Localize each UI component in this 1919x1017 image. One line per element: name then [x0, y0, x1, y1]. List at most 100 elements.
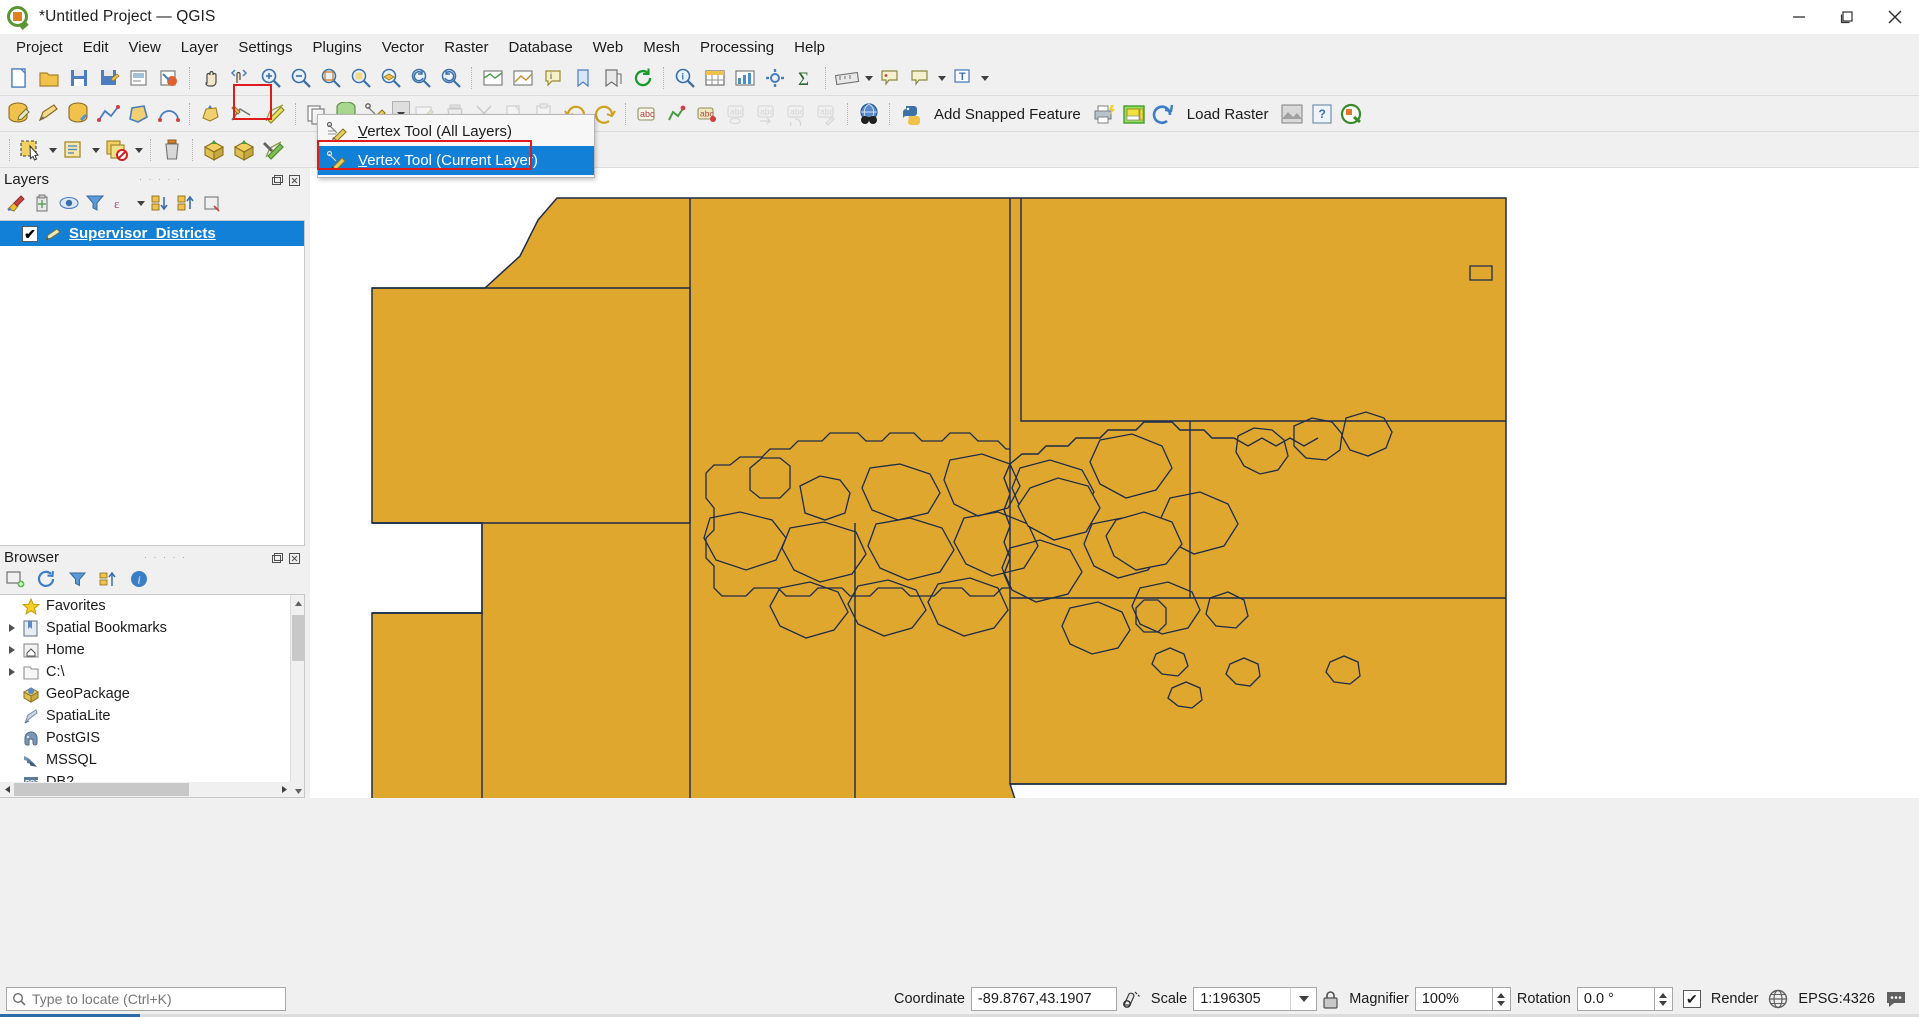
- add-polyline-feature-icon[interactable]: [94, 99, 124, 129]
- locate-search-box[interactable]: Type to locate (Ctrl+K): [6, 987, 286, 1011]
- scroll-down-arrow-icon[interactable]: [291, 783, 304, 797]
- menu-item-vertex-tool-current-layer[interactable]: Vertex Tool (Current Layer): [318, 146, 594, 175]
- browser-item-mssql[interactable]: MSSQL: [0, 749, 304, 771]
- label-show-hide-icon[interactable]: abc: [722, 99, 752, 129]
- close-button[interactable]: [1871, 0, 1919, 34]
- browser-item-postgis[interactable]: PostGIS: [0, 727, 304, 749]
- save-project-icon[interactable]: [64, 63, 94, 93]
- zoom-to-layer-icon[interactable]: [376, 63, 406, 93]
- messages-icon[interactable]: [1881, 989, 1911, 1009]
- new-project-icon[interactable]: [4, 63, 34, 93]
- deselect-features-icon[interactable]: [102, 135, 132, 165]
- magnifier-stepper[interactable]: [1492, 987, 1511, 1011]
- new-3d-map-view-icon[interactable]: [508, 63, 538, 93]
- menu-raster[interactable]: Raster: [434, 36, 498, 59]
- add-raster-layer-icon[interactable]: [229, 135, 259, 165]
- panel-drag-handle[interactable]: · · · · ·: [49, 174, 272, 184]
- zoom-in-icon[interactable]: [256, 63, 286, 93]
- browser-item-home[interactable]: Home: [0, 639, 304, 661]
- lock-icon[interactable]: [1317, 990, 1343, 1009]
- open-project-icon[interactable]: [34, 63, 64, 93]
- browser-scroll-thumb[interactable]: [292, 615, 304, 661]
- browser-properties-icon[interactable]: i: [130, 570, 149, 593]
- deselect-dropdown-arrow-icon[interactable]: [132, 135, 145, 165]
- vertex-tool-button[interactable]: [260, 99, 290, 129]
- map-canvas[interactable]: [310, 168, 1919, 798]
- annotation-dropdown-arrow-icon[interactable]: [978, 63, 991, 93]
- menu-database[interactable]: Database: [498, 36, 582, 59]
- menu-edit[interactable]: Edit: [73, 36, 119, 59]
- coordinate-capture-icon[interactable]: [1117, 989, 1145, 1009]
- add-circular-string-icon[interactable]: [154, 99, 184, 129]
- menu-web[interactable]: Web: [583, 36, 634, 59]
- load-raster-plugin-icon[interactable]: [1119, 99, 1149, 129]
- maptips-dropdown-arrow-icon[interactable]: [935, 63, 948, 93]
- browser-item-spatial-bookmarks[interactable]: Spatial Bookmarks: [0, 617, 304, 639]
- menu-help[interactable]: Help: [784, 36, 835, 59]
- show-map-tips-icon[interactable]: i: [538, 63, 568, 93]
- menu-item-vertex-tool-all-layers[interactable]: Vertex Tool (All Layers): [318, 117, 594, 146]
- browser-item-geopackage[interactable]: GeoPackage: [0, 683, 304, 705]
- menu-vector[interactable]: Vector: [372, 36, 435, 59]
- menu-mesh[interactable]: Mesh: [633, 36, 690, 59]
- browser-item-spatialite[interactable]: SpatiaLite: [0, 705, 304, 727]
- scroll-left-arrow-icon[interactable]: [0, 782, 14, 797]
- manage-map-themes-icon[interactable]: [56, 191, 82, 215]
- filter-legend-icon[interactable]: [82, 191, 108, 215]
- layers-tree[interactable]: ✔ Supervisor_Districts: [0, 220, 305, 546]
- expand-arrow-icon[interactable]: [4, 668, 20, 676]
- refresh-browser-icon[interactable]: [37, 570, 56, 593]
- metasearch-icon[interactable]: [854, 99, 884, 129]
- diagram-icon[interactable]: [662, 99, 692, 129]
- collapse-browser-icon[interactable]: [99, 570, 118, 593]
- expand-arrow-icon[interactable]: [4, 624, 20, 632]
- save-project-as-icon[interactable]: [94, 63, 124, 93]
- coordinate-value[interactable]: -89.8767,43.1907: [970, 987, 1117, 1011]
- select-by-expression-icon[interactable]: [59, 135, 89, 165]
- move-feature-icon[interactable]: [196, 99, 226, 129]
- add-snapped-feature-label[interactable]: Add Snapped Feature: [926, 106, 1089, 123]
- select-expr-dropdown-arrow-icon[interactable]: [89, 135, 102, 165]
- toggle-editing-icon[interactable]: [34, 99, 64, 129]
- menu-processing[interactable]: Processing: [690, 36, 784, 59]
- browser-panel-close-icon[interactable]: [289, 552, 300, 564]
- new-map-view-icon[interactable]: [478, 63, 508, 93]
- scale-combobox[interactable]: 1:196305: [1193, 987, 1318, 1011]
- python-console-icon[interactable]: [896, 99, 926, 129]
- zoom-full-icon[interactable]: [316, 63, 346, 93]
- select-dropdown-arrow-icon[interactable]: [46, 135, 59, 165]
- scroll-right-arrow-icon[interactable]: [277, 782, 291, 797]
- menu-layer[interactable]: Layer: [171, 36, 229, 59]
- sum-field-icon[interactable]: Σ: [790, 63, 820, 93]
- browser-vertical-scrollbar[interactable]: [290, 595, 304, 797]
- label-change-icon[interactable]: abc: [812, 99, 842, 129]
- load-raster-label[interactable]: Load Raster: [1179, 106, 1277, 123]
- refresh-icon[interactable]: [628, 63, 658, 93]
- expand-arrow-icon[interactable]: [4, 646, 20, 654]
- add-vector-layer-icon[interactable]: [199, 135, 229, 165]
- browser-panel-drag-handle[interactable]: · · · · ·: [59, 552, 272, 562]
- layer-visibility-checkbox[interactable]: ✔: [22, 225, 38, 242]
- new-print-layout-icon[interactable]: [124, 63, 154, 93]
- minimize-button[interactable]: [1775, 0, 1823, 34]
- select-features-icon[interactable]: [16, 135, 46, 165]
- refresh-plugin-icon[interactable]: [1149, 99, 1179, 129]
- zoom-to-selection-icon[interactable]: [346, 63, 376, 93]
- rotation-stepper[interactable]: [1654, 987, 1673, 1011]
- add-selected-layers-icon[interactable]: [6, 570, 25, 593]
- layers-panel-float-icon[interactable]: [272, 174, 283, 185]
- pan-map-icon[interactable]: [196, 63, 226, 93]
- measure-line-icon[interactable]: [832, 63, 862, 93]
- maximize-button[interactable]: [1823, 0, 1871, 34]
- label-toolbar-abc-icon[interactable]: abc: [632, 99, 662, 129]
- style-manager-icon[interactable]: [154, 63, 184, 93]
- map-tips-icon[interactable]: [875, 63, 905, 93]
- measure-trash-icon[interactable]: [157, 135, 187, 165]
- browser-hscroll-thumb[interactable]: [14, 783, 189, 796]
- measure-dropdown-arrow-icon[interactable]: [862, 63, 875, 93]
- layer-item-supervisor-districts[interactable]: ✔ Supervisor_Districts: [0, 221, 304, 246]
- save-layer-edits-icon[interactable]: [64, 99, 94, 129]
- browser-panel-float-icon[interactable]: [272, 552, 283, 563]
- add-delimited-text-icon[interactable]: [259, 135, 289, 165]
- label-pin-icon[interactable]: abc: [692, 99, 722, 129]
